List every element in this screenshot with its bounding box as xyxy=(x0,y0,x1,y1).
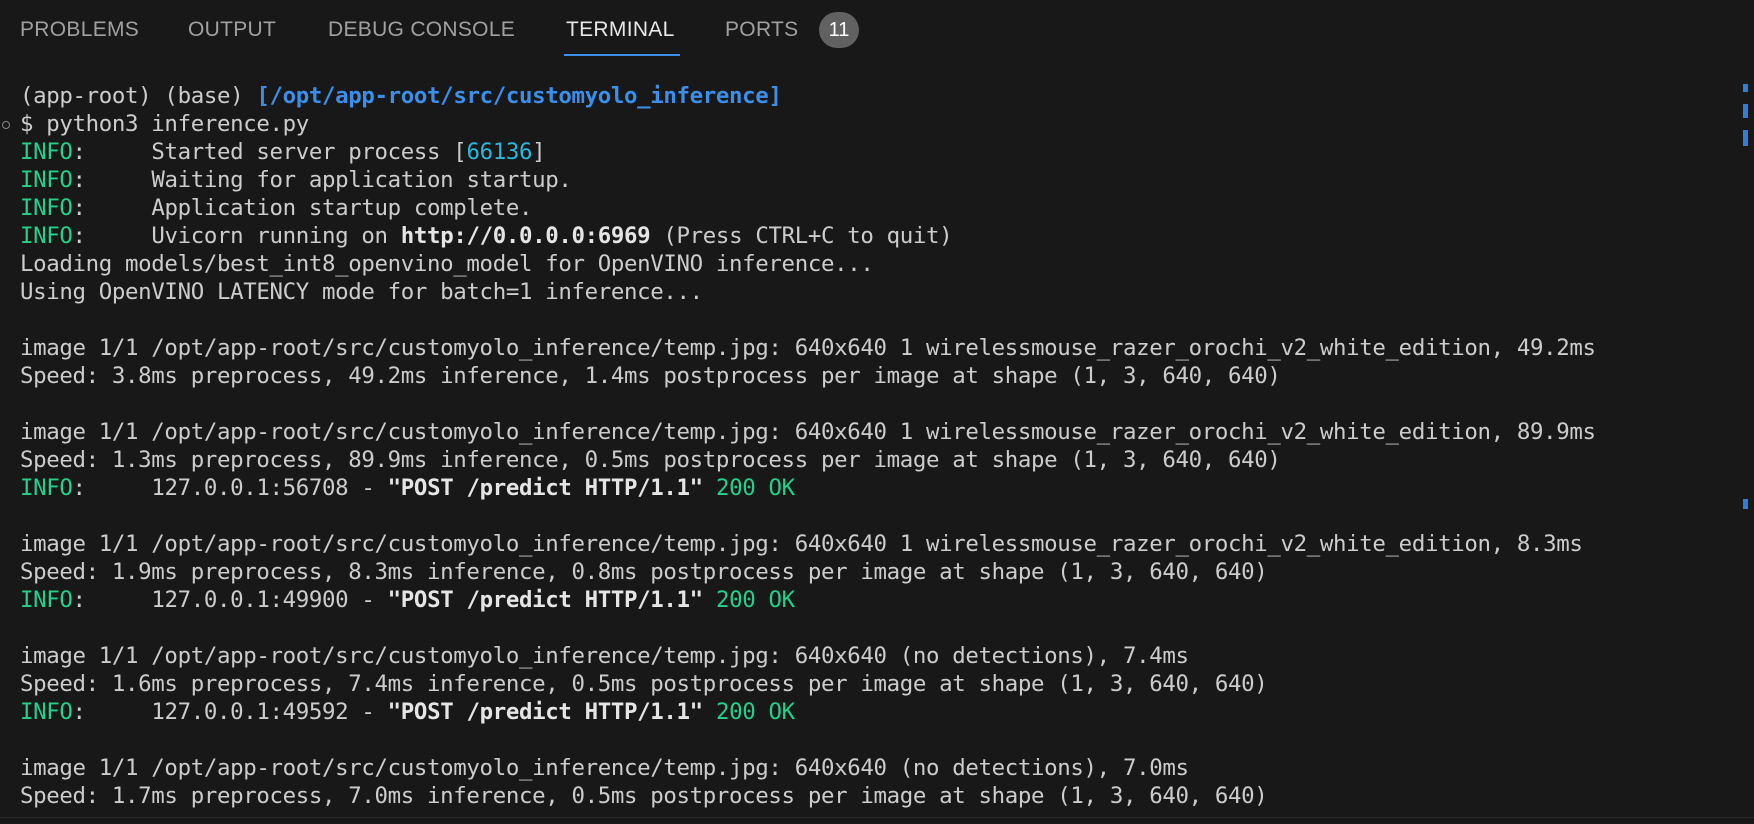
log-line: Speed: 1.9ms preprocess, 8.3ms inference… xyxy=(20,559,1268,585)
ports-count-badge: 11 xyxy=(819,12,859,48)
log-line: Speed: 1.6ms preprocess, 7.4ms inference… xyxy=(20,671,1268,697)
log-line: INFO: 127.0.0.1:49900 - "POST /predict H… xyxy=(20,586,1740,614)
log-line: Using OpenVINO LATENCY mode for batch=1 … xyxy=(20,279,703,305)
log-text: : Uvicorn running on xyxy=(72,223,401,249)
command-decoration-icon[interactable] xyxy=(2,121,10,129)
info-tag: INFO xyxy=(20,475,73,501)
prompt-env: (app-root) (base) xyxy=(20,83,257,109)
tab-debug-console[interactable]: DEBUG CONSOLE xyxy=(328,18,515,46)
terminal-prompt-line: (app-root) (base) [/opt/app-root/src/cus… xyxy=(20,82,1740,110)
log-line: image 1/1 /opt/app-root/src/customyolo_i… xyxy=(20,643,1189,669)
info-tag: INFO xyxy=(20,195,73,221)
log-line: Speed: 1.3ms preprocess, 89.9ms inferenc… xyxy=(20,447,1281,473)
status-text: 200 OK xyxy=(702,699,795,725)
request-text: "POST /predict HTTP/1.1" xyxy=(387,699,703,725)
server-url-link[interactable]: http://0.0.0.0:6969 xyxy=(401,223,651,249)
tab-problems[interactable]: PROBLEMS xyxy=(20,18,139,46)
terminal-output[interactable]: (app-root) (base) [/opt/app-root/src/cus… xyxy=(20,82,1740,810)
log-line: INFO: 127.0.0.1:56708 - "POST /predict H… xyxy=(20,474,1740,502)
log-line: INFO: Waiting for application startup. xyxy=(20,166,1740,194)
log-text: ] xyxy=(532,139,546,165)
log-line: INFO: 127.0.0.1:49592 - "POST /predict H… xyxy=(20,698,1740,726)
log-text: : Waiting for application startup. xyxy=(72,167,572,193)
process-id: 66136 xyxy=(466,139,533,165)
request-text: "POST /predict HTTP/1.1" xyxy=(387,587,703,613)
info-tag: INFO xyxy=(20,699,73,725)
log-line: Loading models/best_int8_openvino_model … xyxy=(20,251,874,277)
active-tab-indicator xyxy=(564,54,680,56)
log-line: image 1/1 /opt/app-root/src/customyolo_i… xyxy=(20,335,1596,361)
log-text: : 127.0.0.1:49592 - xyxy=(72,699,388,725)
tab-terminal[interactable]: TERMINAL xyxy=(566,18,675,46)
log-line: INFO: Started server process [66136] xyxy=(20,138,1740,166)
log-line: Speed: 1.7ms preprocess, 7.0ms inference… xyxy=(20,783,1268,809)
log-line: Speed: 3.8ms preprocess, 49.2ms inferenc… xyxy=(20,363,1281,389)
log-line: image 1/1 /opt/app-root/src/customyolo_i… xyxy=(20,419,1596,445)
log-text: : Started server process [ xyxy=(72,139,467,165)
status-text: 200 OK xyxy=(702,475,795,501)
log-text: : Application startup complete. xyxy=(72,195,533,221)
prompt-cwd: [/opt/app-root/src/customyolo_inference] xyxy=(256,83,782,109)
tab-ports[interactable]: PORTS xyxy=(725,18,798,46)
scrollbar-marker[interactable] xyxy=(1743,499,1748,509)
log-text: (Press CTRL+C to quit) xyxy=(650,223,953,249)
log-line: INFO: Uvicorn running on http://0.0.0.0:… xyxy=(20,222,1740,250)
tab-output[interactable]: OUTPUT xyxy=(188,18,276,46)
info-tag: INFO xyxy=(20,587,73,613)
panel-divider xyxy=(0,817,1754,818)
log-line: image 1/1 /opt/app-root/src/customyolo_i… xyxy=(20,755,1189,781)
scrollbar-marker[interactable] xyxy=(1743,84,1748,92)
info-tag: INFO xyxy=(20,167,73,193)
log-text: : 127.0.0.1:56708 - xyxy=(72,475,388,501)
info-tag: INFO xyxy=(20,139,73,165)
info-tag: INFO xyxy=(20,223,73,249)
status-text: 200 OK xyxy=(702,587,795,613)
terminal-command-line: $ python3 inference.py xyxy=(20,111,309,137)
log-line: image 1/1 /opt/app-root/src/customyolo_i… xyxy=(20,531,1583,557)
scrollbar-marker[interactable] xyxy=(1743,130,1748,146)
scrollbar-marker[interactable] xyxy=(1743,104,1748,118)
panel-tab-bar: PROBLEMS OUTPUT DEBUG CONSOLE TERMINAL P… xyxy=(0,0,1754,62)
log-line: INFO: Application startup complete. xyxy=(20,194,1740,222)
log-text: : 127.0.0.1:49900 - xyxy=(72,587,388,613)
request-text: "POST /predict HTTP/1.1" xyxy=(387,475,703,501)
